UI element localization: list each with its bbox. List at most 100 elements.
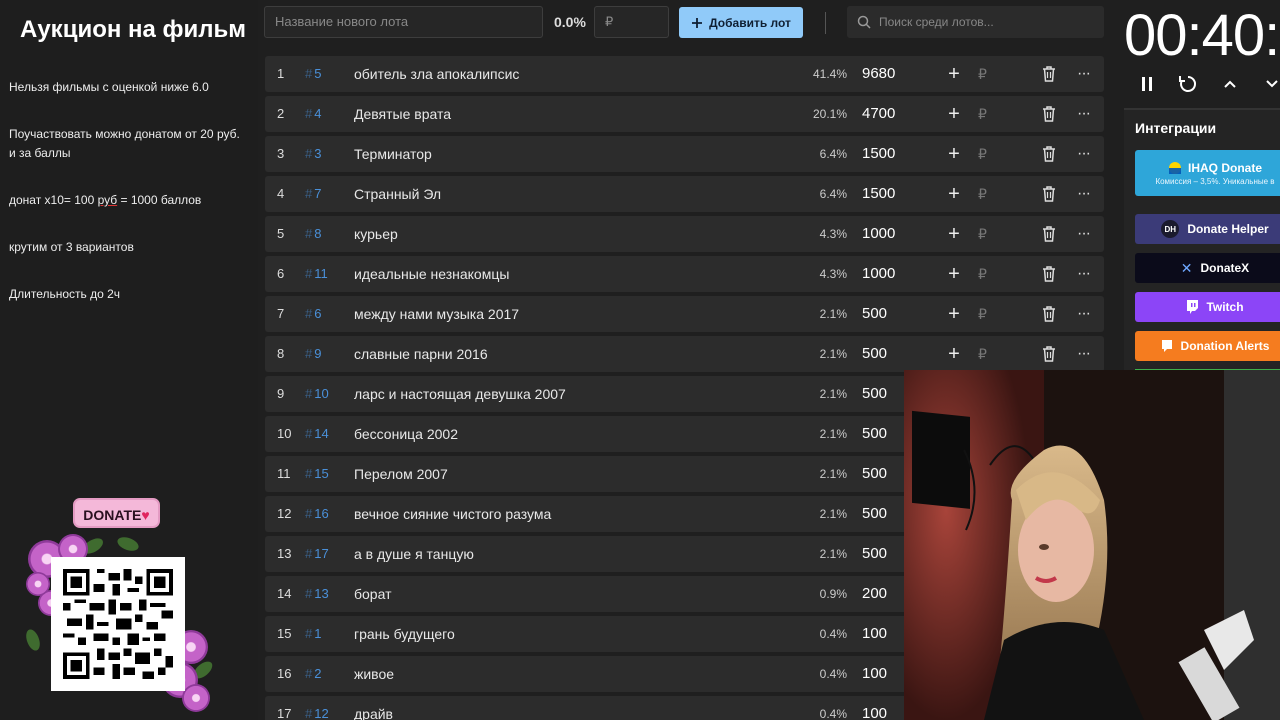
- lot-position: 13: [277, 546, 292, 561]
- lot-percent: 41.4%: [812, 67, 847, 81]
- more-options-button[interactable]: ···: [1077, 336, 1091, 372]
- ruble-input[interactable]: ₽: [978, 336, 987, 372]
- more-options-button[interactable]: ···: [1077, 296, 1091, 332]
- delete-lot-button[interactable]: [1042, 346, 1056, 362]
- more-options-button[interactable]: ···: [1077, 56, 1091, 92]
- delete-lot-button[interactable]: [1042, 106, 1056, 122]
- lot-name[interactable]: борат: [354, 576, 391, 612]
- lot-id-number: 3: [314, 146, 322, 161]
- donate-helper-label: Donate Helper: [1187, 222, 1269, 236]
- lot-position: 4: [277, 186, 285, 201]
- qr-code-image: [63, 569, 173, 679]
- lot-name[interactable]: грань будущего: [354, 616, 455, 652]
- more-options-button[interactable]: ···: [1077, 256, 1091, 292]
- rules-list: Нельзя фильмы с оценкой ниже 6.0 Поучаст…: [9, 78, 249, 332]
- lot-amount: 500: [862, 305, 888, 322]
- add-amount-button[interactable]: +: [945, 96, 963, 132]
- lot-id-number: 6: [314, 306, 322, 321]
- donatex-button[interactable]: ✕ DonateX: [1135, 253, 1280, 283]
- timer-down-button[interactable]: [1260, 72, 1280, 96]
- ruble-input[interactable]: ₽: [978, 56, 987, 92]
- new-lot-percent: 0.0%: [554, 14, 586, 30]
- lot-search-input[interactable]: Поиск среди лотов...: [847, 6, 1104, 38]
- lot-percent: 0.4%: [819, 667, 847, 681]
- donate-helper-button[interactable]: DH Donate Helper: [1135, 214, 1280, 244]
- twitch-button[interactable]: Twitch: [1135, 292, 1280, 322]
- lot-name[interactable]: а в душе я танцую: [354, 536, 474, 572]
- lot-id: #9: [305, 336, 321, 372]
- ruble-input[interactable]: ₽: [978, 216, 987, 252]
- add-amount-button[interactable]: +: [945, 56, 963, 92]
- pause-button[interactable]: [1135, 72, 1159, 96]
- ihaq-donate-button[interactable]: IHAQ Donate Комиссия – 3,5%. Уникальные …: [1135, 150, 1280, 196]
- left-panel: Аукцион на фильм Нельзя фильмы с оценкой…: [0, 0, 258, 720]
- lot-name[interactable]: драйв: [354, 696, 393, 720]
- lot-name[interactable]: идеальные незнакомцы: [354, 256, 509, 292]
- more-options-button[interactable]: ···: [1077, 136, 1091, 172]
- lot-id-number: 9: [314, 346, 322, 361]
- add-amount-button[interactable]: +: [945, 216, 963, 252]
- hash-icon: #: [305, 546, 313, 561]
- lot-position: 15: [277, 626, 292, 641]
- lot-name[interactable]: Девятые врата: [354, 96, 451, 132]
- lot-name[interactable]: обитель зла апокалипсис: [354, 56, 519, 92]
- lot-position: 10: [277, 426, 292, 441]
- lot-id-number: 7: [314, 186, 322, 201]
- trash-icon: [1043, 106, 1055, 122]
- delete-lot-button[interactable]: [1042, 146, 1056, 162]
- ruble-input[interactable]: ₽: [978, 136, 987, 172]
- lot-name[interactable]: Терминатор: [354, 136, 432, 172]
- more-options-button[interactable]: ···: [1077, 216, 1091, 252]
- lot-name[interactable]: курьер: [354, 216, 398, 252]
- lot-percent: 2.1%: [819, 347, 847, 361]
- lot-name[interactable]: Перелом 2007: [354, 456, 448, 492]
- lot-name[interactable]: живое: [354, 656, 394, 692]
- add-lot-toolbar: Название нового лота 0.0% ₽ Добавить лот…: [264, 6, 1104, 38]
- donation-alerts-button[interactable]: Donation Alerts: [1135, 331, 1280, 361]
- add-amount-button[interactable]: +: [945, 176, 963, 212]
- page-title: Аукцион на фильм: [20, 16, 247, 43]
- lot-name-input[interactable]: Название нового лота: [264, 6, 543, 38]
- ruble-input[interactable]: ₽: [978, 256, 987, 292]
- lot-name[interactable]: ларс и настоящая девушка 2007: [354, 376, 566, 412]
- lot-percent: 4.3%: [819, 227, 847, 241]
- rule-text: донат х10= 100: [9, 193, 98, 207]
- delete-lot-button[interactable]: [1042, 226, 1056, 242]
- leaf: [23, 627, 43, 653]
- hash-icon: #: [305, 146, 313, 161]
- lot-position: 17: [277, 706, 292, 720]
- lot-amount: 1500: [862, 185, 896, 202]
- hash-icon: #: [305, 226, 313, 241]
- add-amount-button[interactable]: +: [945, 256, 963, 292]
- lot-name[interactable]: бессоница 2002: [354, 416, 458, 452]
- qr-code: [51, 557, 185, 691]
- lot-amount-input[interactable]: ₽: [594, 6, 669, 38]
- lot-position: 5: [277, 226, 285, 241]
- plus-icon: [692, 17, 703, 28]
- ruble-input[interactable]: ₽: [978, 296, 987, 332]
- trash-icon: [1043, 266, 1055, 282]
- delete-lot-button[interactable]: [1042, 186, 1056, 202]
- add-amount-button[interactable]: +: [945, 296, 963, 332]
- ruble-input[interactable]: ₽: [978, 176, 987, 212]
- lot-percent: 0.9%: [819, 587, 847, 601]
- add-amount-button[interactable]: +: [945, 136, 963, 172]
- delete-lot-button[interactable]: [1042, 266, 1056, 282]
- lot-name[interactable]: между нами музыка 2017: [354, 296, 519, 332]
- delete-lot-button[interactable]: [1042, 66, 1056, 82]
- more-options-button[interactable]: ···: [1077, 96, 1091, 132]
- hash-icon: #: [305, 66, 313, 81]
- timer-up-button[interactable]: [1218, 72, 1242, 96]
- lot-name[interactable]: славные парни 2016: [354, 336, 488, 372]
- restart-icon: [1179, 75, 1197, 92]
- lot-name[interactable]: вечное сияние чистого разума: [354, 496, 551, 532]
- add-amount-button[interactable]: +: [945, 336, 963, 372]
- delete-lot-button[interactable]: [1042, 306, 1056, 322]
- reset-timer-button[interactable]: [1176, 72, 1200, 96]
- lot-percent: 2.1%: [819, 467, 847, 481]
- lot-name[interactable]: Странный Эл: [354, 176, 441, 212]
- lot-row: 7 #6 между нами музыка 2017 2.1% 500 + ₽ ···: [265, 296, 1104, 332]
- add-lot-button[interactable]: Добавить лот: [679, 7, 803, 38]
- ruble-input[interactable]: ₽: [978, 96, 987, 132]
- more-options-button[interactable]: ···: [1077, 176, 1091, 212]
